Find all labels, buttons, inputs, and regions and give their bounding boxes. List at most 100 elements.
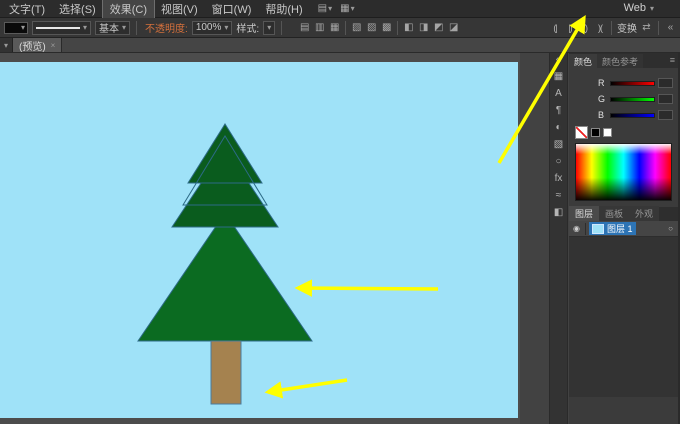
menu-item-select[interactable]: 选择(S) (52, 0, 103, 18)
style-label: 样式: (236, 24, 260, 35)
style-dropdown[interactable]: ▾ (263, 20, 276, 35)
chevron-down-icon: ▾ (20, 23, 25, 32)
symbols-icon[interactable]: ◧ (554, 208, 563, 218)
color-panel-tabs: 颜色 颜色参考 ≡ (569, 53, 678, 68)
edit-path-icon[interactable]: |) (564, 23, 576, 33)
visibility-eye-icon[interactable]: ◉ (571, 224, 582, 233)
opacity-label: 不透明度: (145, 24, 188, 35)
paragraph-icon[interactable]: ¶ (556, 106, 561, 116)
arrange-documents-button[interactable]: ▦ ▾ (340, 2, 354, 14)
workspace-switcher[interactable]: Web ▾ (624, 2, 654, 14)
tab-overflow-button[interactable]: ▾ (0, 38, 13, 52)
channel-row-red: R (598, 78, 673, 88)
align-center-icon[interactable]: ▥ (313, 22, 326, 33)
channel-row-green: G (598, 94, 673, 104)
layer-target-icon[interactable]: ○ (668, 224, 673, 233)
menu-item-effect[interactable]: 效果(C) (101, 0, 156, 19)
shape-mode-unite-icon[interactable]: ◧ (402, 22, 415, 33)
none-swatch[interactable] (575, 126, 588, 139)
right-panel-area: « ▦ A ¶ ◐ ▧ ○ fx ≈ ◧ 颜色 颜色参考 ≡ R G B 图层 … (520, 53, 680, 424)
color-spectrum[interactable] (575, 143, 672, 201)
shape-mode-exclude-icon[interactable]: ◪ (447, 22, 460, 33)
collapse-icon[interactable]: « (664, 22, 677, 33)
channel-label-b: B (598, 110, 605, 120)
chevron-down-icon: ▾ (649, 3, 654, 13)
tab-color[interactable]: 颜色 (569, 54, 598, 68)
tab-appearance[interactable]: 外观 (629, 206, 660, 221)
tab-layers[interactable]: 图层 (569, 206, 600, 221)
panel-dock: « ▦ A ¶ ◐ ▧ ○ fx ≈ ◧ (549, 53, 568, 424)
main-area: « ▦ A ¶ ◐ ▧ ○ fx ≈ ◧ 颜色 颜色参考 ≡ R G B 图层 … (0, 53, 680, 424)
menu-item-help[interactable]: 帮助(H) (258, 0, 309, 18)
gradient-icon[interactable]: ▧ (554, 140, 563, 150)
blue-value-field[interactable] (658, 110, 673, 120)
menu-bar: 文字(T) 选择(S) 效果(C) 视图(V) 窗口(W) 帮助(H) ▤ ▾ … (0, 0, 680, 19)
document-tab-bar: ▾ (预览) × (0, 38, 680, 53)
expand-panels-icon[interactable]: « (556, 55, 562, 65)
swap-icon[interactable]: ⇄ (640, 22, 653, 33)
document-icon: ▤ (317, 2, 328, 14)
tab-color-guide[interactable]: 颜色参考 (597, 54, 644, 68)
blue-slider[interactable] (610, 112, 655, 118)
chevron-down-icon: ▾ (3, 40, 8, 50)
type-icon[interactable]: A (555, 89, 562, 99)
appearance-icon[interactable]: fx (555, 174, 563, 184)
shape-mode-intersect-icon[interactable]: ◩ (432, 22, 445, 33)
brush-definition-dropdown[interactable]: 基本 ▾ (95, 20, 131, 35)
divider (611, 20, 612, 35)
layout-icon: ▦ (340, 2, 350, 14)
chevron-down-icon: ▾ (224, 23, 229, 32)
menu-item-view[interactable]: 视图(V) (154, 0, 205, 18)
stroke-icon[interactable]: ○ (555, 157, 561, 167)
align-left-icon[interactable]: ▤ (298, 22, 311, 33)
align-panel-icon[interactable]: ≈ (556, 191, 562, 201)
menu-item-window[interactable]: 窗口(W) (205, 0, 259, 18)
white-swatch[interactable] (603, 128, 612, 137)
layers-panel-tabs: 图层 画板 外观 (569, 206, 678, 221)
distribute-left-icon[interactable]: ▧ (350, 22, 363, 33)
menu-item-type[interactable]: 文字(T) (2, 0, 52, 18)
panel-menu-icon[interactable]: ≡ (670, 55, 675, 65)
chevron-down-icon: ▾ (83, 23, 88, 32)
control-bar-right: (| |) () )( 变换 ⇄ « (549, 18, 677, 37)
artboard[interactable] (0, 62, 518, 418)
transparency-icon[interactable]: ◐ (555, 123, 561, 133)
bridge-button[interactable]: ▤ ▾ (317, 2, 333, 14)
black-swatch[interactable] (591, 128, 600, 137)
isolate-path-icon[interactable]: (| (549, 23, 561, 33)
distribute-right-icon[interactable]: ▩ (380, 22, 393, 33)
opacity-dropdown[interactable]: 100% ▾ (191, 20, 233, 35)
fill-color-dropdown[interactable]: ▾ (4, 21, 28, 34)
stroke-line-preview (36, 26, 80, 29)
transform-link[interactable]: 变换 (617, 20, 637, 35)
close-icon[interactable]: × (51, 41, 56, 50)
cut-path-icon[interactable]: )( (594, 23, 606, 33)
distribute-center-icon[interactable]: ▨ (365, 22, 378, 33)
layer-row[interactable]: ◉ 图层 1 ○ (569, 221, 678, 237)
red-slider[interactable] (610, 80, 655, 86)
divider (658, 20, 659, 35)
connect-path-icon[interactable]: () (579, 23, 591, 33)
channel-label-r: R (598, 78, 605, 88)
align-icon-group: ▤ ▥ ▦ ▧ ▨ ▩ ◧ ◨ ◩ ◪ (298, 20, 460, 35)
panel-column: 颜色 颜色参考 ≡ R G B 图层 画板 外观 ◉ 图层 1 ○ (569, 53, 678, 424)
chevron-down-icon: ▾ (328, 4, 333, 13)
green-slider[interactable] (610, 96, 655, 102)
green-value-field[interactable] (658, 94, 673, 104)
shape-mode-minus-icon[interactable]: ◨ (417, 22, 430, 33)
opacity-value: 100% (195, 22, 222, 33)
layer-thumbnail (592, 223, 604, 234)
red-value-field[interactable] (658, 78, 673, 88)
align-right-icon[interactable]: ▦ (328, 22, 341, 33)
document-tab-label: (预览) (19, 41, 46, 53)
panel-filler (569, 237, 678, 397)
swatch-row (575, 126, 673, 139)
tab-artboards[interactable]: 画板 (599, 206, 630, 221)
document-tab[interactable]: (预览) × (13, 38, 63, 53)
divider (281, 20, 283, 35)
stroke-profile-dropdown[interactable]: ▾ (32, 20, 92, 35)
illustrator-window: 文字(T) 选择(S) 效果(C) 视图(V) 窗口(W) 帮助(H) ▤ ▾ … (0, 0, 680, 424)
channel-label-g: G (598, 94, 606, 104)
canvas-pasteboard[interactable] (0, 53, 520, 424)
panels-icon[interactable]: ▦ (554, 72, 563, 82)
